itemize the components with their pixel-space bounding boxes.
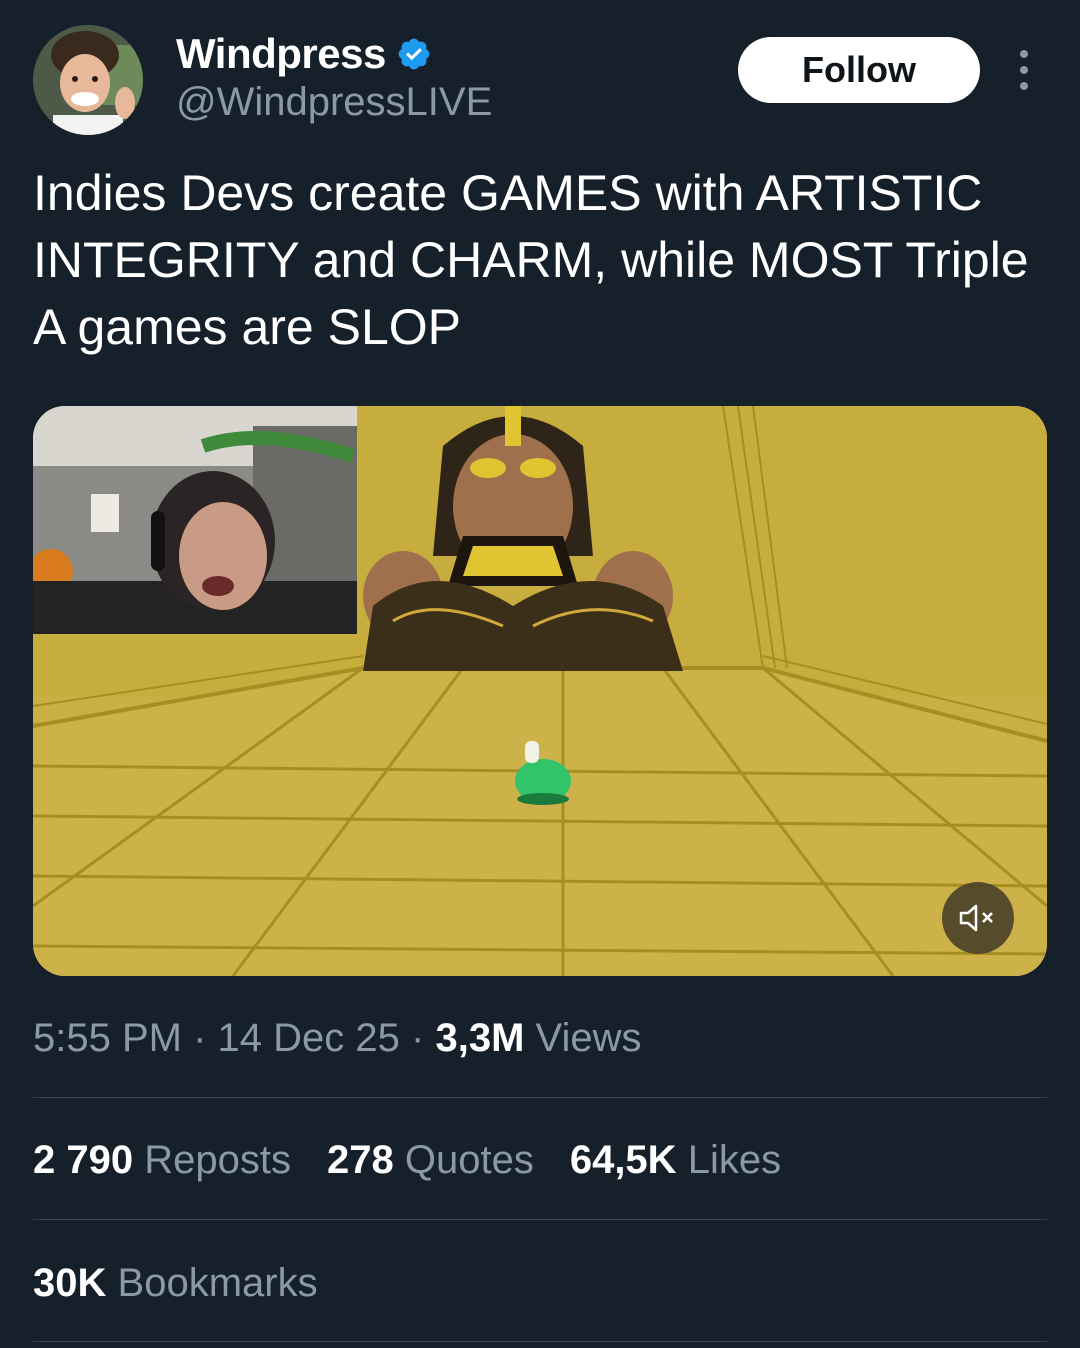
- tweet-header: Windpress @WindpressLIVE Follow: [0, 0, 1080, 150]
- engagement-stats: 2 790 Reposts 278 Quotes 64,5K Likes: [33, 1138, 781, 1183]
- volume-muted-icon[interactable]: [942, 882, 1014, 954]
- reposts-count: 2 790: [33, 1138, 134, 1182]
- author-avatar[interactable]: [33, 25, 143, 135]
- quotes-stat[interactable]: 278 Quotes: [327, 1138, 534, 1183]
- meta-separator: ·: [193, 1016, 207, 1060]
- views-label: Views: [535, 1016, 642, 1060]
- bookmarks-count: 30K: [33, 1261, 107, 1305]
- verified-badge-icon: [396, 36, 432, 72]
- quotes-label: Quotes: [404, 1138, 534, 1182]
- bookmarks-label: Bookmarks: [117, 1261, 318, 1305]
- bookmarks-stat[interactable]: 30K Bookmarks: [33, 1261, 318, 1306]
- more-vertical-icon[interactable]: [1010, 50, 1038, 90]
- tweet-text: Indies Devs create GAMES with ARTISTIC I…: [33, 165, 1029, 355]
- divider: [33, 1097, 1047, 1098]
- tweet-date[interactable]: 14 Dec 25: [218, 1016, 400, 1060]
- divider: [33, 1341, 1047, 1342]
- divider: [33, 1219, 1047, 1220]
- likes-count: 64,5K: [569, 1138, 677, 1182]
- likes-label: Likes: [687, 1138, 782, 1182]
- tweet-time[interactable]: 5:55 PM: [33, 1016, 182, 1060]
- author-handle[interactable]: @WindpressLIVE: [176, 80, 492, 125]
- reposts-stat[interactable]: 2 790 Reposts: [33, 1138, 291, 1183]
- follow-button[interactable]: Follow: [738, 37, 980, 103]
- video-frame: [33, 406, 1047, 976]
- author-name-row: Windpress: [176, 30, 432, 78]
- likes-stat[interactable]: 64,5K Likes: [570, 1138, 781, 1183]
- meta-separator: ·: [411, 1016, 425, 1060]
- author-display-name[interactable]: Windpress: [176, 30, 386, 78]
- quotes-count: 278: [326, 1138, 394, 1182]
- avatar-photo-icon: [33, 25, 143, 135]
- tweet-video[interactable]: [33, 406, 1047, 976]
- views-count: 3,3M: [435, 1016, 525, 1060]
- tweet-meta: 5:55 PM · 14 Dec 25 · 3,3M Views: [33, 1016, 642, 1061]
- reposts-label: Reposts: [144, 1138, 291, 1182]
